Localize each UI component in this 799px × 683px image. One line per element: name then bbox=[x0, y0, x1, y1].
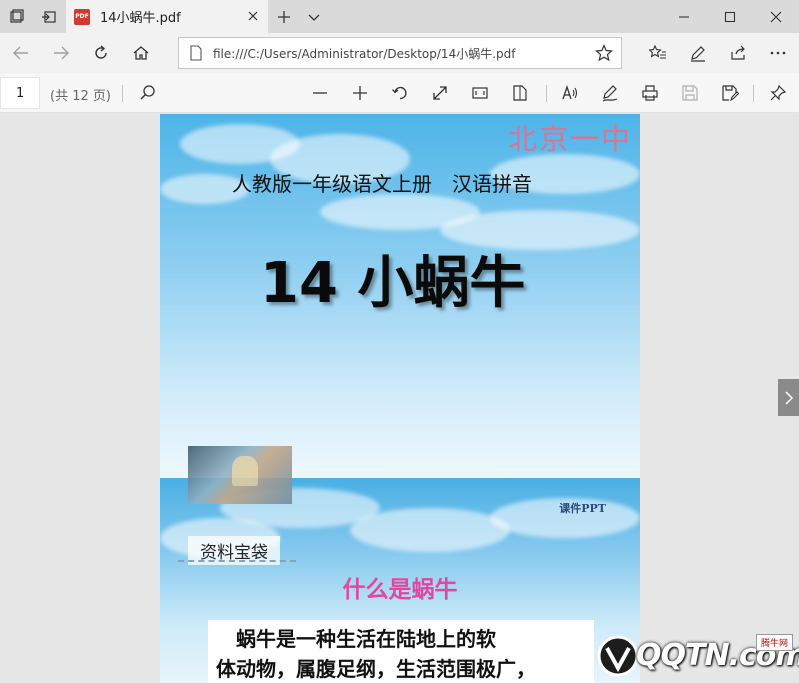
pdf-file-icon: PDF bbox=[74, 8, 90, 25]
maximize-icon bbox=[724, 11, 736, 22]
read-aloud-button[interactable] bbox=[554, 77, 586, 109]
save-as-button[interactable] bbox=[714, 77, 746, 109]
chevron-down-icon bbox=[308, 14, 320, 21]
plus-icon bbox=[353, 86, 367, 100]
tab-actions-icon[interactable] bbox=[0, 0, 34, 33]
share-button[interactable] bbox=[721, 37, 755, 69]
site-watermark: QQTN.com 腾牛网 bbox=[594, 630, 799, 683]
pin-icon bbox=[770, 84, 787, 101]
expand-icon bbox=[433, 86, 447, 100]
watermark-badge: 腾牛网 bbox=[755, 634, 793, 651]
pdf-viewer[interactable]: 北京一中 人教版一年级语文上册 汉语拼音 14 小蜗牛 课件PPT 资料宝袋 什… bbox=[0, 114, 799, 683]
new-tab-button[interactable] bbox=[268, 0, 300, 33]
home-button[interactable] bbox=[124, 37, 158, 69]
pdf-page-2: 课件PPT 资料宝袋 什么是蜗牛 蜗牛是一种生活在陆地上的软 体动物，属腹足纲，… bbox=[160, 478, 640, 683]
draw-pen-icon bbox=[602, 85, 618, 102]
favorites-list-icon bbox=[649, 44, 666, 59]
page-view-icon bbox=[513, 85, 527, 101]
save-as-icon bbox=[722, 85, 739, 102]
home-icon bbox=[133, 46, 149, 60]
navigation-bar: file:///C:/Users/Administrator/Desktop/1… bbox=[0, 33, 799, 73]
close-tab-icon[interactable] bbox=[246, 9, 260, 23]
fit-to-width-button[interactable] bbox=[424, 77, 456, 109]
print-button[interactable] bbox=[634, 77, 666, 109]
arrow-right-icon bbox=[54, 46, 69, 60]
save-button[interactable] bbox=[674, 77, 706, 109]
tab-strip: PDF 14小蜗牛.pdf bbox=[0, 0, 799, 33]
minimize-icon bbox=[679, 15, 689, 18]
pin-toolbar-button[interactable] bbox=[762, 77, 794, 109]
set-aside-tabs-icon[interactable] bbox=[32, 0, 66, 33]
anime-image-thumbnail bbox=[188, 446, 292, 504]
rotate-icon bbox=[392, 86, 407, 100]
share-icon bbox=[731, 45, 745, 60]
chevron-right-icon bbox=[784, 390, 793, 405]
save-disk-icon bbox=[682, 85, 698, 101]
favorite-star-icon[interactable] bbox=[595, 44, 613, 62]
search-icon bbox=[140, 85, 155, 100]
add-notes-button[interactable] bbox=[681, 37, 715, 69]
more-button[interactable] bbox=[761, 37, 795, 69]
description-box: 蜗牛是一种生活在陆地上的软 体动物，属腹足纲，生活范围极广， bbox=[208, 620, 594, 683]
back-button[interactable] bbox=[4, 37, 38, 69]
page-number-input[interactable]: 1 bbox=[0, 77, 40, 109]
close-window-button[interactable] bbox=[753, 0, 799, 33]
pen-icon bbox=[691, 46, 705, 62]
dashed-underline bbox=[178, 560, 296, 562]
file-icon bbox=[190, 45, 202, 61]
printer-icon bbox=[642, 85, 658, 101]
toolbar-divider bbox=[122, 85, 123, 102]
qqtn-logo-icon bbox=[597, 635, 639, 677]
pdf-toolbar: 1 (共 12 页) bbox=[0, 73, 799, 113]
description-line: 蜗牛是一种生活在陆地上的软 bbox=[216, 627, 496, 651]
slide-title: 14 小蜗牛 bbox=[260, 251, 526, 316]
rotate-button[interactable] bbox=[384, 77, 416, 109]
school-name: 北京一中 bbox=[507, 122, 632, 156]
address-bar[interactable]: file:///C:/Users/Administrator/Desktop/1… bbox=[178, 37, 622, 69]
forward-button[interactable] bbox=[44, 37, 78, 69]
zoom-out-button[interactable] bbox=[304, 77, 336, 109]
minus-icon bbox=[313, 92, 327, 94]
active-tab[interactable]: PDF 14小蜗牛.pdf bbox=[66, 0, 268, 33]
ppt-watermark: 课件PPT bbox=[559, 502, 606, 515]
description-line: 体动物，属腹足纲，生活范围极广， bbox=[216, 657, 536, 681]
favorites-button[interactable] bbox=[641, 37, 675, 69]
url-text: file:///C:/Users/Administrator/Desktop/1… bbox=[213, 46, 516, 61]
fit-page-icon bbox=[472, 87, 488, 99]
page-count: (共 12 页) bbox=[50, 89, 111, 104]
page-view-button[interactable] bbox=[504, 77, 536, 109]
more-dots-icon bbox=[770, 51, 786, 55]
toolbar-divider bbox=[753, 85, 754, 102]
section-heading: 什么是蜗牛 bbox=[342, 577, 458, 603]
arrow-left-icon bbox=[13, 46, 28, 60]
read-aloud-icon bbox=[562, 84, 578, 100]
close-icon bbox=[770, 11, 782, 22]
next-page-button[interactable] bbox=[778, 379, 799, 416]
refresh-button[interactable] bbox=[84, 37, 118, 69]
tab-title: 14小蜗牛.pdf bbox=[100, 11, 181, 26]
fit-to-page-button[interactable] bbox=[464, 77, 496, 109]
refresh-icon bbox=[95, 45, 107, 59]
pdf-page-1: 北京一中 人教版一年级语文上册 汉语拼音 14 小蜗牛 bbox=[160, 114, 640, 478]
minimize-button[interactable] bbox=[661, 0, 707, 33]
plus-icon bbox=[278, 10, 290, 23]
search-button[interactable] bbox=[132, 77, 164, 109]
maximize-button[interactable] bbox=[707, 0, 753, 33]
zoom-in-button[interactable] bbox=[344, 77, 376, 109]
draw-button[interactable] bbox=[594, 77, 626, 109]
slide-subtitle: 人教版一年级语文上册 汉语拼音 bbox=[232, 172, 532, 196]
tab-preview-button[interactable] bbox=[298, 0, 330, 33]
cloud-decoration bbox=[350, 508, 510, 552]
toolbar-divider bbox=[546, 85, 547, 102]
